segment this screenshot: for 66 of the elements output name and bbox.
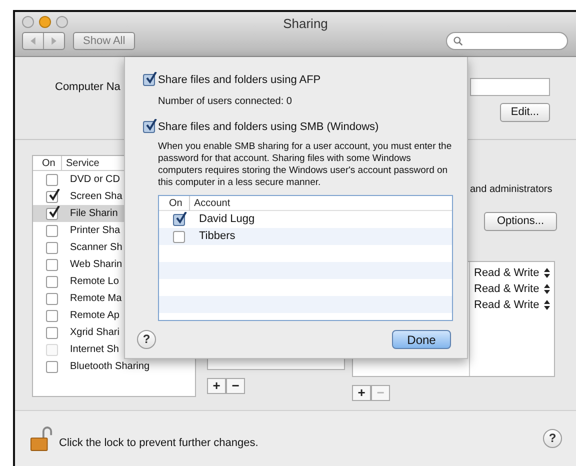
checkbox[interactable] — [46, 276, 58, 288]
service-name: File Sharin — [70, 207, 118, 221]
checkmark-icon — [48, 206, 60, 218]
service-name: Remote Lo — [70, 275, 119, 289]
stepper-arrows-icon[interactable] — [544, 268, 550, 278]
remove-button[interactable]: − — [226, 378, 245, 394]
checkbox[interactable] — [46, 310, 58, 322]
help-button[interactable]: ? — [543, 429, 562, 448]
checkbox[interactable] — [143, 74, 155, 86]
service-name: Bluetooth Sharing — [70, 360, 150, 374]
checkmark-icon — [145, 118, 157, 131]
service-name: Scanner Sh — [70, 241, 122, 255]
service-name: DVD or CD — [70, 173, 120, 187]
checkbox[interactable] — [46, 208, 58, 220]
service-name: Remote Ma — [70, 292, 122, 306]
checkbox[interactable] — [46, 292, 58, 304]
checkbox[interactable] — [46, 258, 58, 270]
options-button[interactable]: Options... — [484, 212, 557, 231]
service-name: Printer Sha — [70, 224, 120, 238]
service-name: Internet Sh — [70, 343, 119, 357]
zoom-window-icon[interactable] — [56, 16, 68, 28]
checkmark-icon — [145, 72, 157, 84]
smb-label: Share files and folders using SMB (Windows) — [158, 120, 379, 134]
stepper-arrows-icon[interactable] — [544, 300, 550, 310]
help-button[interactable]: ? — [137, 330, 156, 349]
minimize-window-icon[interactable] — [39, 16, 51, 28]
computer-name-label: Computer Na — [55, 80, 120, 95]
search-icon — [453, 36, 463, 46]
show-all-button[interactable]: Show All — [73, 32, 136, 50]
checkbox[interactable] — [173, 230, 185, 242]
access-note: and administrators — [470, 184, 552, 195]
account-row[interactable]: Tibbers — [159, 228, 452, 245]
checkbox[interactable] — [173, 214, 185, 226]
back-forward-control[interactable] — [22, 32, 65, 50]
account-name: Tibbers — [199, 229, 236, 244]
account-name: David Lugg — [199, 212, 255, 228]
edit-button[interactable]: Edit... — [500, 103, 550, 122]
add-button[interactable]: + — [352, 385, 371, 401]
checkmark-icon — [175, 212, 187, 224]
lock-message: Click the lock to prevent further changes. — [59, 436, 258, 452]
checkmark-icon — [48, 188, 60, 200]
checkbox[interactable] — [46, 174, 58, 186]
service-name: Xgrid Shari — [70, 326, 120, 340]
afp-label: Share files and folders using AFP — [158, 73, 321, 88]
checkbox[interactable] — [143, 120, 155, 133]
permission-value[interactable]: Read & Write — [474, 296, 540, 314]
permission-value[interactable]: Read & Write — [474, 280, 540, 298]
checkbox[interactable] — [46, 190, 58, 202]
close-window-icon[interactable] — [22, 16, 34, 28]
column-header[interactable]: On — [33, 156, 61, 170]
afp-status: Number of users connected: 0 — [158, 94, 293, 108]
done-button[interactable]: Done — [392, 330, 451, 349]
window-title: Sharing — [283, 15, 328, 33]
service-name: Web Sharin — [70, 258, 122, 272]
checkbox[interactable] — [46, 242, 58, 254]
search-field[interactable] — [446, 32, 568, 50]
service-name: Screen Sha — [70, 190, 122, 204]
stepper-arrows-icon[interactable] — [544, 284, 550, 294]
add-button[interactable]: + — [207, 378, 226, 394]
service-name: Remote Ap — [70, 309, 120, 323]
unlocked-padlock-icon[interactable] — [30, 426, 53, 452]
checkbox[interactable] — [46, 224, 58, 236]
checkbox[interactable] — [46, 360, 58, 372]
checkbox[interactable] — [46, 326, 58, 338]
permission-value[interactable]: Read & Write — [474, 264, 540, 282]
computer-name-field[interactable] — [470, 78, 550, 96]
